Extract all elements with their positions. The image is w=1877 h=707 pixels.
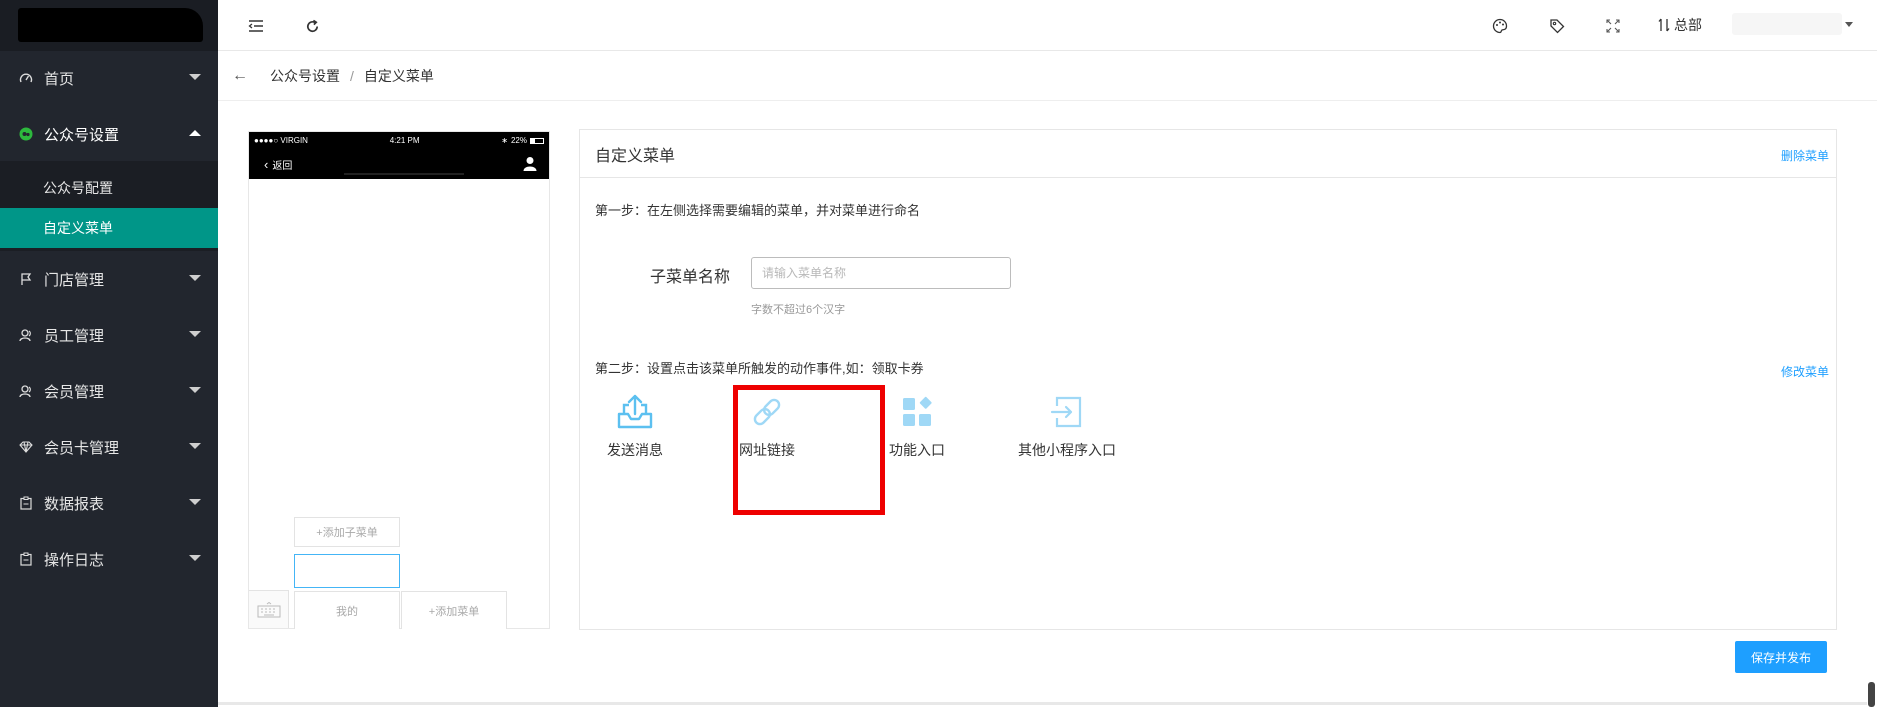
back-arrow-icon[interactable]: ← [232, 67, 248, 85]
chevron-down-icon[interactable] [1845, 22, 1853, 27]
chevron-down-icon [189, 331, 201, 337]
phone-back-label[interactable]: 返回 [272, 157, 292, 172]
fullscreen-icon[interactable] [1603, 16, 1623, 36]
sidebar-subitem-custom-menu[interactable]: 自定义菜单 [0, 208, 218, 248]
action-function-entry[interactable]: 功能入口 [862, 392, 972, 460]
breadcrumb: ← 公众号设置 / 自定义菜单 [218, 51, 1877, 101]
chevron-down-icon [189, 74, 201, 80]
phone-status-bar: ●●●●○ VIRGIN 4:21 PM ∗ 22% [249, 132, 549, 149]
chevron-left-icon[interactable]: ‹ [264, 157, 268, 172]
modify-menu-link[interactable]: 修改菜单 [1781, 363, 1829, 380]
sidebar-item-reports[interactable]: 数据报表 [0, 475, 218, 531]
action-label: 网址链接 [739, 442, 795, 458]
page-bottom-divider [218, 702, 1867, 705]
sidebar: 首页 公众号设置 公众号配置 自定义菜单 门店管理 员工管理 会员管理 会员卡管… [0, 0, 218, 707]
chevron-down-icon [189, 443, 201, 449]
sidebar-item-staff[interactable]: 员工管理 [0, 307, 218, 363]
function-grid-icon [897, 392, 937, 432]
action-miniprogram-entry[interactable]: 其他小程序入口 [1012, 392, 1122, 460]
submenu-name-input[interactable] [751, 257, 1011, 289]
chevron-down-icon [189, 275, 201, 281]
sidebar-item-label: 员工管理 [44, 327, 105, 345]
log-icon [18, 551, 34, 567]
store-label: 总部 [1674, 17, 1702, 33]
switch-icon [1658, 18, 1670, 32]
action-send-message[interactable]: 发送消息 [580, 392, 690, 460]
menu-editor-panel: 自定义菜单 删除菜单 第一步：在左侧选择需要编辑的菜单，并对菜单进行命名 子菜单… [579, 129, 1837, 630]
phone-preview: ●●●●○ VIRGIN 4:21 PM ∗ 22% ‹ 返回 +添加子菜单 我… [248, 131, 550, 629]
send-message-icon [615, 392, 655, 432]
store-switcher[interactable]: 总部 [1658, 15, 1702, 35]
breadcrumb-item[interactable]: 公众号设置 [270, 66, 340, 86]
scrollbar-thumb[interactable] [1868, 682, 1875, 707]
add-submenu-button[interactable]: +添加子菜单 [294, 517, 400, 547]
sidebar-item-member-cards[interactable]: 会员卡管理 [0, 419, 218, 475]
phone-title-bar: ‹ 返回 [249, 149, 549, 179]
submenu-name-label: 子菜单名称 [650, 269, 731, 286]
step-two-text: 第二步：设置点击该菜单所触发的动作事件,如：领取卡券 [595, 361, 924, 376]
members-icon [18, 383, 34, 399]
report-icon [18, 495, 34, 511]
miniprogram-entry-icon [1047, 392, 1087, 432]
panel-header: 自定义菜单 删除菜单 [580, 130, 1836, 178]
submenu-name-hint: 字数不超过6个汉字 [751, 304, 846, 316]
user-icon [18, 327, 34, 343]
delete-menu-link[interactable]: 删除菜单 [1781, 147, 1829, 164]
top-header: 总部 [218, 0, 1877, 51]
action-label: 发送消息 [607, 442, 663, 458]
action-label: 其他小程序入口 [1018, 442, 1116, 458]
battery-icon [530, 137, 544, 144]
sidebar-item-home[interactable]: 首页 [0, 50, 218, 106]
wechat-icon [18, 126, 34, 142]
sidebar-item-label: 会员卡管理 [44, 439, 120, 457]
keyboard-icon[interactable] [249, 590, 289, 628]
menu-item-mine[interactable]: 我的 [294, 591, 400, 629]
sidebar-item-stores[interactable]: 门店管理 [0, 251, 218, 307]
panel-title: 自定义菜单 [595, 147, 676, 165]
sidebar-item-wechat-settings[interactable]: 公众号设置 [0, 106, 218, 162]
theme-palette-icon[interactable] [1490, 16, 1510, 36]
save-and-publish-button[interactable]: 保存并发布 [1735, 641, 1827, 673]
user-menu[interactable] [1732, 13, 1842, 35]
diamond-icon [18, 439, 34, 455]
add-menu-button[interactable]: +添加菜单 [401, 591, 507, 629]
action-label: 功能入口 [889, 442, 945, 458]
sidebar-item-label: 门店管理 [44, 271, 105, 289]
sidebar-item-label: 会员管理 [44, 383, 105, 401]
sidebar-item-members[interactable]: 会员管理 [0, 363, 218, 419]
submenu-slot-selected[interactable] [294, 554, 400, 588]
carrier-label: ●●●●○ VIRGIN [254, 136, 308, 145]
chevron-up-icon [189, 130, 201, 136]
breadcrumb-item-current: 自定义菜单 [363, 67, 434, 84]
chevron-down-icon [189, 499, 201, 505]
breadcrumb-separator: / [350, 67, 354, 84]
sidebar-item-label: 公众号设置 [44, 126, 120, 144]
sidebar-item-label: 数据报表 [44, 495, 105, 513]
battery-label: 22% [510, 136, 527, 145]
chevron-down-icon [189, 555, 201, 561]
tag-icon[interactable] [1547, 16, 1567, 36]
sidebar-item-logs[interactable]: 操作日志 [0, 531, 218, 587]
time-label: 4:21 PM [389, 136, 420, 145]
sidebar-subitem-account-config[interactable]: 公众号配置 [0, 168, 218, 208]
link-icon [747, 392, 787, 432]
dashboard-icon [18, 70, 34, 86]
flag-icon [18, 271, 34, 287]
action-url-link[interactable]: 网址链接 [712, 392, 822, 460]
menu-toggle-icon[interactable] [246, 16, 266, 36]
bluetooth-icon: ∗ [501, 136, 508, 145]
sidebar-item-label: 首页 [44, 70, 75, 88]
person-icon[interactable] [523, 156, 537, 174]
chevron-down-icon [189, 387, 201, 393]
sidebar-item-label: 操作日志 [44, 551, 105, 569]
logo [0, 0, 218, 51]
account-name-redacted [344, 163, 464, 175]
refresh-icon[interactable] [302, 16, 322, 36]
sidebar-submenu: 公众号配置 自定义菜单 [0, 161, 218, 251]
step-one-text: 第一步：在左侧选择需要编辑的菜单，并对菜单进行命名 [595, 203, 921, 218]
